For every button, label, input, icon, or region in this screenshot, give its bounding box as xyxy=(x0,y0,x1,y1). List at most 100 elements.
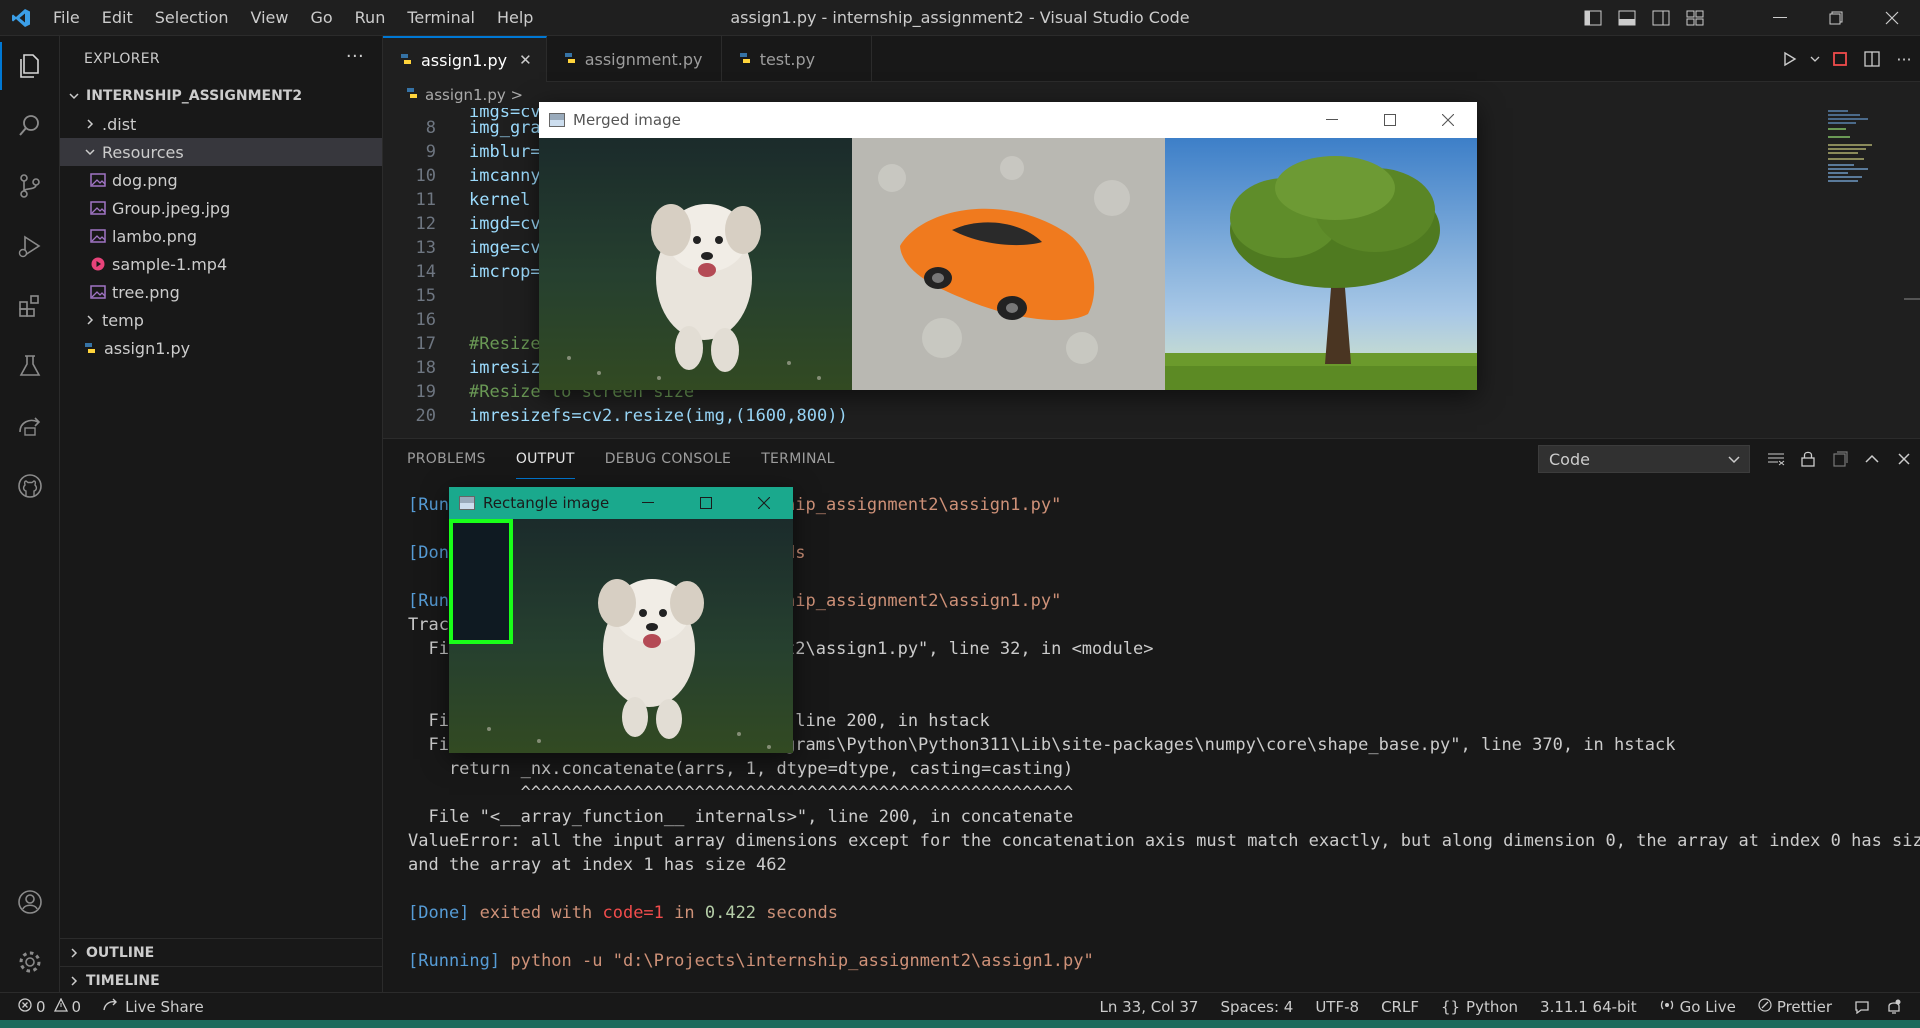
rect-window-titlebar[interactable]: Rectangle image xyxy=(449,487,793,519)
menu-go[interactable]: Go xyxy=(299,0,343,36)
tree-file-group[interactable]: Group.jpeg.jpg xyxy=(60,194,382,222)
restore-icon[interactable] xyxy=(1808,0,1864,36)
cursor-position[interactable]: Ln 33, Col 37 xyxy=(1100,998,1199,1016)
tree-folder-dist[interactable]: .dist xyxy=(60,110,382,138)
problems-status[interactable]: 0 0 xyxy=(18,997,81,1016)
explorer-icon[interactable] xyxy=(0,36,60,96)
customize-layout-icon[interactable] xyxy=(1678,0,1712,36)
source-control-icon[interactable] xyxy=(0,156,60,216)
minimize-icon[interactable] xyxy=(1303,102,1361,138)
code-line: 17 #Resize xyxy=(415,334,541,354)
lock-scroll-icon[interactable] xyxy=(1792,439,1824,479)
toggle-sidebar-icon[interactable] xyxy=(1576,0,1610,36)
maximize-icon[interactable] xyxy=(677,487,735,519)
output-channel-select[interactable]: Code xyxy=(1538,445,1750,473)
explorer-title: EXPLORER xyxy=(84,51,160,67)
tree-file-lambo[interactable]: lambo.png xyxy=(60,222,382,250)
clear-output-icon[interactable] xyxy=(1760,439,1792,479)
menu-edit[interactable]: Edit xyxy=(91,0,144,36)
merged-image-window[interactable]: Merged image xyxy=(539,102,1477,390)
close-tab-icon[interactable]: ✕ xyxy=(519,51,532,69)
run-file-icon[interactable] xyxy=(1774,39,1806,79)
menu-terminal[interactable]: Terminal xyxy=(396,0,486,36)
close-panel-icon[interactable] xyxy=(1888,439,1920,479)
tab-test[interactable]: test.py xyxy=(722,36,872,82)
tab-terminal[interactable]: TERMINAL xyxy=(761,439,835,479)
split-editor-icon[interactable] xyxy=(1856,39,1888,79)
minimize-icon[interactable] xyxy=(1752,0,1808,36)
open-in-editor-icon[interactable] xyxy=(1824,439,1856,479)
settings-gear-icon[interactable] xyxy=(0,932,60,992)
image-file-icon xyxy=(90,200,106,216)
outline-section[interactable]: OUTLINE xyxy=(60,938,383,966)
tree-label: Group.jpeg.jpg xyxy=(112,198,231,218)
run-dropdown-icon[interactable] xyxy=(1806,39,1824,79)
stop-icon[interactable] xyxy=(1824,39,1856,79)
tree-file-assign1[interactable]: assign1.py xyxy=(60,334,382,362)
toggle-secondary-sidebar-icon[interactable] xyxy=(1644,0,1678,36)
tree-folder-resources[interactable]: Resources xyxy=(60,138,382,166)
output-line: File "<__array_function__ internals>", l… xyxy=(408,807,1074,827)
prettier[interactable]: Prettier xyxy=(1758,998,1832,1016)
tab-label: assignment.py xyxy=(584,49,703,69)
indentation[interactable]: Spaces: 4 xyxy=(1220,998,1293,1016)
vscode-logo-icon[interactable] xyxy=(0,0,42,36)
output-line: Fi t2\assign1.py", line 32, in <module> xyxy=(408,639,1154,659)
account-icon[interactable] xyxy=(0,872,60,932)
minimize-icon[interactable] xyxy=(619,487,677,519)
editor-more-icon[interactable]: ··· xyxy=(1888,39,1920,79)
breadcrumb-path[interactable]: assign1.py > xyxy=(425,86,523,104)
feedback-icon[interactable] xyxy=(1854,1000,1870,1014)
merged-window-titlebar[interactable]: Merged image xyxy=(539,102,1477,138)
tree-file-tree[interactable]: tree.png xyxy=(60,278,382,306)
timeline-label: TIMELINE xyxy=(86,972,160,989)
tab-assignment[interactable]: assignment.py xyxy=(547,36,722,82)
encoding[interactable]: UTF-8 xyxy=(1315,998,1359,1016)
menu-file[interactable]: File xyxy=(42,0,91,36)
go-live-label: Go Live xyxy=(1679,998,1736,1016)
notifications-bell-icon[interactable] xyxy=(1886,999,1902,1015)
output-line: return _nx.concatenate(arrs, 1, dtype=dt… xyxy=(408,759,1074,779)
maximize-icon[interactable] xyxy=(1361,102,1419,138)
extensions-icon[interactable] xyxy=(0,276,60,336)
maximize-panel-icon[interactable] xyxy=(1856,439,1888,479)
timeline-section[interactable]: TIMELINE xyxy=(60,966,383,994)
python-file-icon xyxy=(738,50,752,69)
video-file-icon xyxy=(90,256,106,272)
project-root[interactable]: INTERNSHIP_ASSIGNMENT2 xyxy=(60,82,382,110)
close-icon[interactable] xyxy=(735,487,793,519)
window-app-icon xyxy=(459,496,475,510)
tab-assign1[interactable]: assign1.py ✕ xyxy=(383,36,547,82)
go-live[interactable]: Go Live xyxy=(1659,998,1736,1016)
activity-bar xyxy=(0,36,60,992)
menu-view[interactable]: View xyxy=(240,0,300,36)
line-endings[interactable]: CRLF xyxy=(1381,998,1419,1016)
interpreter[interactable]: 3.11.1 64-bit xyxy=(1540,998,1637,1016)
tree-file-sample[interactable]: sample-1.mp4 xyxy=(60,250,382,278)
tab-output[interactable]: OUTPUT xyxy=(515,439,575,479)
close-icon[interactable] xyxy=(1419,102,1477,138)
tree-file-dog[interactable]: dog.png xyxy=(60,166,382,194)
image-file-icon xyxy=(90,284,106,300)
tab-debug-console[interactable]: DEBUG CONSOLE xyxy=(605,439,732,479)
remote-explorer-icon[interactable] xyxy=(0,396,60,456)
menu-help[interactable]: Help xyxy=(486,0,544,36)
rectangle-image-window[interactable]: Rectangle image xyxy=(449,487,793,753)
testing-flask-icon[interactable] xyxy=(0,336,60,396)
image-file-icon xyxy=(90,172,106,188)
code-line: 11 kernel = xyxy=(415,190,551,210)
github-icon[interactable] xyxy=(0,456,60,516)
menu-run[interactable]: Run xyxy=(344,0,397,36)
tree-folder-temp[interactable]: temp xyxy=(60,306,382,334)
live-share-status[interactable]: Live Share xyxy=(103,998,204,1016)
tab-problems[interactable]: PROBLEMS xyxy=(407,439,486,479)
toggle-panel-icon[interactable] xyxy=(1610,0,1644,36)
menu-selection[interactable]: Selection xyxy=(144,0,240,36)
language-mode[interactable]: {} Python xyxy=(1441,998,1518,1016)
close-window-icon[interactable] xyxy=(1864,0,1920,36)
minimap[interactable] xyxy=(1820,108,1920,438)
search-icon[interactable] xyxy=(0,96,60,156)
run-debug-icon[interactable] xyxy=(0,216,60,276)
more-actions-icon[interactable]: ··· xyxy=(346,46,364,67)
code-line: 8 img_gray xyxy=(425,118,551,138)
